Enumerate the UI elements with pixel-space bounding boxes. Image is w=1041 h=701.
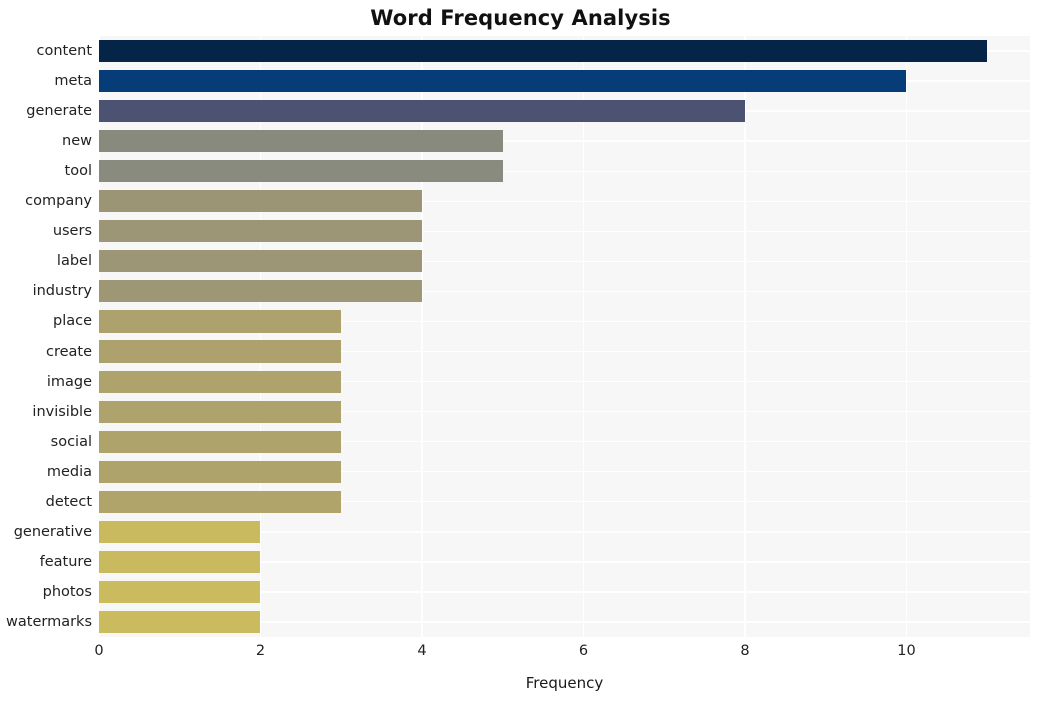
plot-area [99, 36, 1030, 637]
y-tick-label-new: new [62, 133, 92, 150]
y-axis-tick-labels: content meta generate new tool company users la… [0, 36, 92, 637]
y-tick-label-place: place [52, 313, 92, 330]
x-tick-label-10: 10 [897, 643, 916, 659]
chart-title: Word Frequency Analysis [370, 6, 671, 30]
y-tick-label-media: media [46, 463, 92, 480]
gridline-vertical-3 [582, 36, 585, 637]
y-tick-label-users: users [52, 223, 92, 240]
y-tick-label-generative: generative [13, 523, 92, 540]
bar-tool[interactable] [99, 160, 503, 183]
bar-content[interactable] [99, 39, 988, 63]
bar-company[interactable] [99, 190, 422, 213]
bar-feature[interactable] [99, 550, 261, 573]
y-tick-label-create: create [45, 343, 92, 360]
gridline-vertical-1 [259, 36, 262, 637]
bar-invisible[interactable] [99, 400, 342, 423]
gridline-vertical-2 [421, 36, 423, 637]
x-tick-label-8: 8 [740, 643, 750, 659]
x-tick-label-0: 0 [94, 643, 104, 659]
bar-create[interactable] [99, 340, 342, 363]
gridline-vertical-0 [99, 36, 100, 637]
bar-detect[interactable] [99, 490, 342, 513]
bar-image[interactable] [99, 370, 342, 393]
bar-media[interactable] [99, 460, 342, 483]
bar-label[interactable] [99, 250, 422, 273]
y-tick-label-generate: generate [26, 103, 92, 120]
x-axis-label: Frequency [525, 674, 604, 692]
y-tick-label-social: social [50, 433, 92, 450]
y-tick-label-content: content [36, 43, 92, 60]
bar-generate[interactable] [99, 100, 745, 123]
y-tick-label-watermarks: watermarks [6, 613, 92, 630]
y-tick-label-invisible: invisible [32, 403, 92, 420]
bar-users[interactable] [99, 220, 422, 243]
bar-industry[interactable] [99, 280, 422, 303]
chart-figure: Word Frequency Analysis content meta gener… [0, 0, 1041, 701]
x-tick-label-4: 4 [417, 643, 427, 659]
bar-generative[interactable] [99, 520, 261, 543]
y-tick-label-feature: feature [39, 553, 92, 570]
y-tick-label-photos: photos [42, 583, 92, 600]
bar-social[interactable] [99, 430, 342, 453]
x-axis-tick-labels: 0 2 4 6 8 10 [0, 637, 1041, 667]
y-tick-label-detect: detect [45, 493, 92, 510]
y-tick-label-label: label [56, 253, 92, 270]
bar-new[interactable] [99, 130, 503, 153]
bar-photos[interactable] [99, 580, 261, 603]
y-tick-label-company: company [25, 193, 92, 210]
y-tick-label-industry: industry [32, 283, 92, 300]
y-tick-label-meta: meta [54, 73, 92, 90]
gridline-vertical-5 [905, 36, 908, 637]
y-tick-label-image: image [46, 373, 92, 390]
gridline-vertical-4 [744, 36, 746, 637]
bar-watermarks[interactable] [99, 610, 261, 633]
x-tick-label-2: 2 [255, 643, 266, 659]
y-tick-label-tool: tool [64, 163, 92, 180]
x-tick-label-6: 6 [578, 643, 589, 659]
bar-meta[interactable] [99, 70, 907, 93]
bar-place[interactable] [99, 310, 342, 333]
